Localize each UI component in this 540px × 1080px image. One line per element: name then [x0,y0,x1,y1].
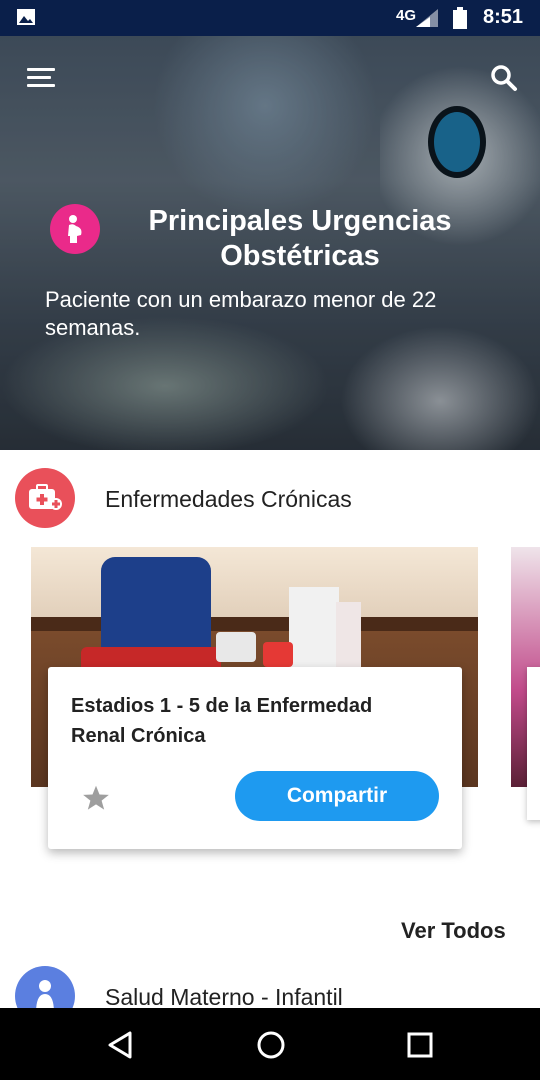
search-icon[interactable] [490,64,518,92]
status-bar: 4G 8:51 [0,0,540,36]
battery-icon [453,7,467,29]
category-header-materno[interactable]: Salud Materno - Infantil [0,966,540,1008]
image-device [289,587,339,667]
clock: 8:51 [483,6,524,28]
hero-banner[interactable]: Principales Urgencias Obstétricas Pacien… [0,36,540,450]
recent-apps-icon[interactable] [405,1030,435,1060]
hero-title: Principales Urgencias Obstétricas [148,205,452,272]
menu-icon[interactable] [27,68,55,88]
navigation-bar [0,1008,540,1080]
network-type: 4G [396,7,417,24]
image-wall [31,547,478,617]
star-icon[interactable] [82,784,110,812]
card-title: Estadios 1 - 5 de la Enfermedad Renal Cr… [71,695,373,747]
share-button[interactable]: Compartir [235,771,439,821]
image-rail [31,617,478,631]
image-device [216,632,256,662]
pregnant-woman-icon [50,204,100,254]
image-icon [17,9,35,25]
medical-kit-icon [15,468,75,528]
category-label: Salud Materno - Infantil [105,984,343,1008]
next-card-info-preview[interactable] [527,667,540,820]
article-card[interactable]: Estadios 1 - 5 de la Enfermedad Renal Cr… [48,667,462,849]
image-device [263,642,293,667]
mother-child-icon [15,966,75,1008]
category-header-cronicas[interactable]: Enfermedades Crónicas [0,468,540,530]
hero-subtitle: Paciente con un embarazo menor de 22 sem… [45,287,437,340]
home-icon[interactable] [256,1030,286,1060]
see-all-link[interactable]: Ver Todos [401,918,506,944]
signal-icon [416,9,438,27]
back-icon[interactable] [106,1030,136,1060]
category-label: Enfermedades Crónicas [105,486,352,512]
